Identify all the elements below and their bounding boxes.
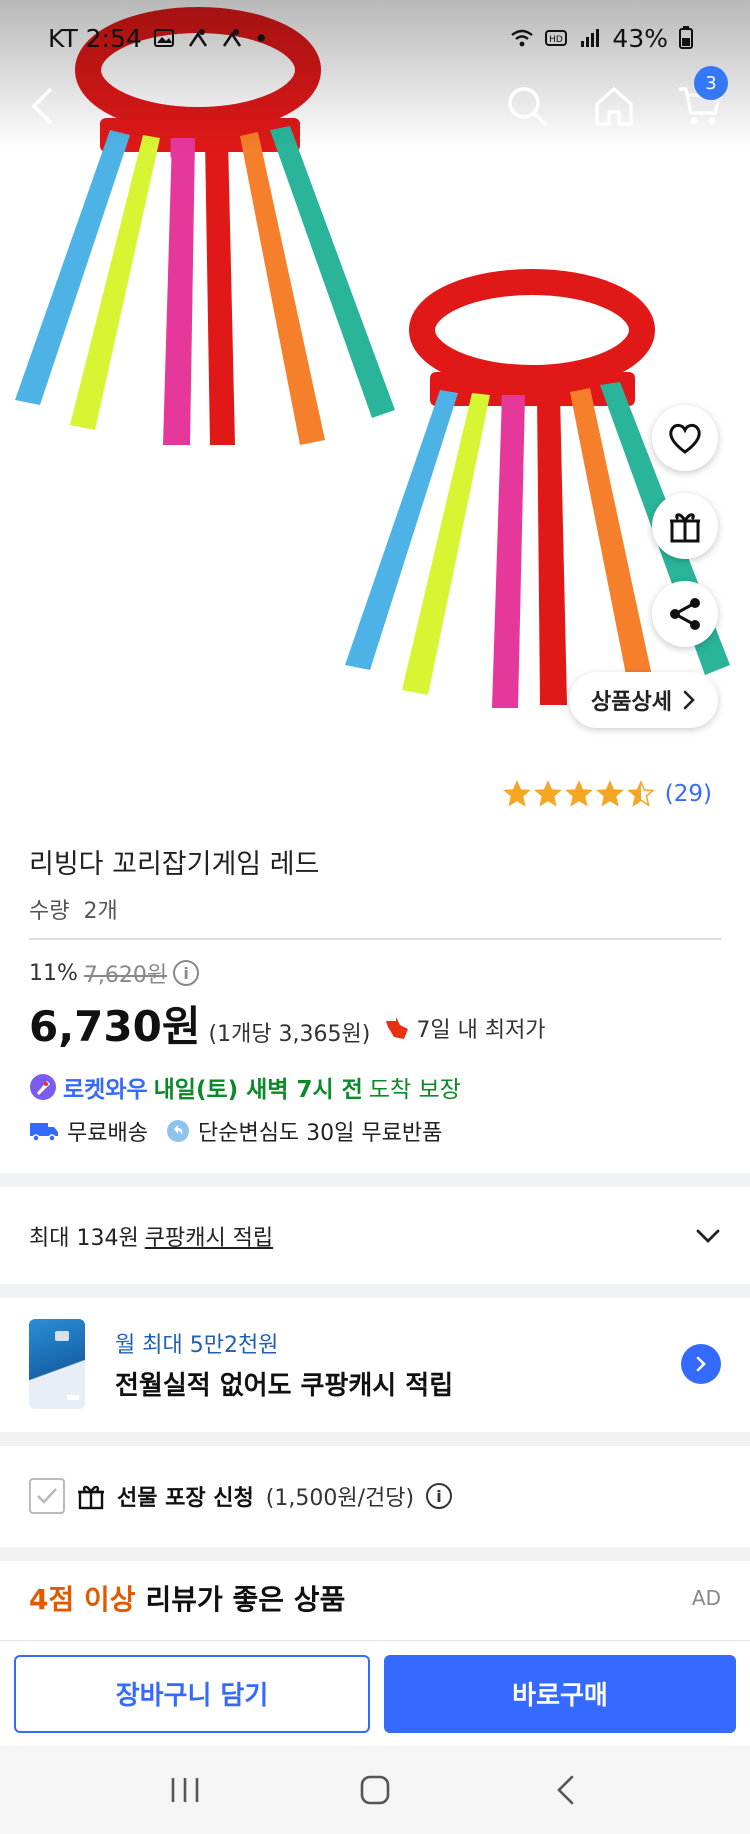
- heart-icon: [669, 423, 701, 454]
- star-rating: [502, 780, 655, 808]
- star-icon: [502, 780, 531, 807]
- truck-icon: [30, 1123, 58, 1142]
- check-icon: [37, 1488, 57, 1504]
- arrival-guarantee: 도착 보장: [368, 1077, 461, 1103]
- search-button[interactable]: [497, 76, 557, 136]
- battery-icon: [678, 26, 702, 50]
- gift-wrap-price: (1,500원/건당): [265, 1486, 415, 1511]
- section-gap: [0, 1173, 750, 1187]
- gallery-icon: [152, 26, 176, 50]
- coupang-cash-row[interactable]: 최대 134원 쿠팡캐시 적립: [0, 1188, 750, 1284]
- review-accent: 4점 이상: [29, 1583, 136, 1616]
- ad-label: AD: [691, 1586, 721, 1610]
- back-arrow-icon: [31, 88, 52, 124]
- sale-price: 6,730원: [29, 1002, 201, 1051]
- app-notification-icon: [186, 26, 210, 50]
- cash-prefix: 최대 134원: [29, 1226, 139, 1251]
- gift-button[interactable]: [652, 493, 718, 559]
- cart-button[interactable]: 3: [670, 66, 730, 136]
- home-button[interactable]: [584, 76, 644, 136]
- card-promo-text: 월 최대 5만2천원 전월실적 없어도 쿠팡캐시 적립: [115, 1327, 453, 1402]
- gift-wrap-checkbox[interactable]: [29, 1478, 65, 1514]
- lowest-price-badge: 7일 내 최저가: [384, 1012, 546, 1044]
- return-icon: [166, 1120, 189, 1142]
- card-promo-sub: 월 최대 5만2천원: [115, 1332, 279, 1358]
- shipping-row: 무료배송 단순변심도 30일 무료반품: [29, 1115, 442, 1147]
- home-system-button[interactable]: [345, 1760, 405, 1820]
- back-button[interactable]: [14, 76, 74, 136]
- more-notifications-dot: •: [253, 23, 269, 53]
- credit-card-image: [29, 1319, 85, 1409]
- product-title: 리빙다 꼬리잡기게임 레드: [29, 849, 320, 880]
- cash-link[interactable]: 쿠팡캐시 적립: [145, 1220, 273, 1252]
- status-bar: KT 2:54 • HD 43%: [0, 0, 750, 76]
- carrier-time: KT 2:54: [48, 23, 142, 53]
- wishlist-button[interactable]: [652, 405, 718, 471]
- chevron-down-icon: [696, 1229, 720, 1243]
- free-return: 단순변심도 30일 무료반품: [197, 1121, 443, 1146]
- card-promo-main: 전월실적 없어도 쿠팡캐시 적립: [115, 1370, 454, 1401]
- lowest-price-text: 7일 내 최저가: [416, 1018, 546, 1043]
- info-icon[interactable]: i: [173, 960, 200, 986]
- gift-wrap-row[interactable]: 선물 포장 신청 (1,500원/건당) i: [0, 1445, 750, 1547]
- info-icon[interactable]: i: [426, 1483, 453, 1509]
- chevron-right-icon: [696, 1356, 706, 1372]
- card-promo-arrow[interactable]: [681, 1344, 721, 1384]
- rocket-icon: [30, 1074, 56, 1100]
- battery-level: 43%: [612, 23, 668, 53]
- star-icon: [626, 780, 655, 807]
- share-icon: [670, 598, 700, 630]
- recent-apps-icon: [171, 1778, 199, 1802]
- top-navigation: 3: [0, 66, 750, 136]
- back-chevron-icon: [557, 1775, 574, 1805]
- unit-price: (1개당 3,365원): [208, 1022, 371, 1047]
- gift-icon: [78, 1485, 104, 1510]
- purchase-bar: 장바구니 담기 바로구매: [0, 1640, 750, 1746]
- star-icon: [533, 780, 562, 807]
- app-notification-icon: [220, 26, 244, 50]
- price-row: 6,730원 (1개당 3,365원) 7일 내 최저가: [29, 993, 546, 1054]
- chevron-right-icon: [683, 690, 695, 710]
- gift-rocket-icon: [670, 513, 700, 543]
- home-square-icon: [360, 1775, 390, 1805]
- add-to-cart-button[interactable]: 장바구니 담기: [14, 1654, 370, 1733]
- hd-voice-icon: HD: [544, 26, 568, 50]
- section-gap: [0, 1432, 750, 1446]
- quantity-value: 2개: [83, 899, 118, 924]
- home-icon: [595, 87, 633, 126]
- quantity-label: 수량: [29, 899, 70, 924]
- star-icon: [595, 780, 624, 807]
- recent-apps-button[interactable]: [155, 1760, 215, 1820]
- rocket-wow-label: 로켓와우: [63, 1077, 148, 1103]
- gift-wrap-label: 선물 포장 신청: [117, 1486, 254, 1511]
- wifi-icon: [510, 26, 534, 50]
- review-section-title: 리뷰가 좋은 상품: [145, 1583, 346, 1616]
- arrival-time: 내일(토) 새벽 7시 전: [153, 1077, 363, 1103]
- discount-rate: 11%: [29, 960, 78, 986]
- rocket-delivery-row: 로켓와우 내일(토) 새벽 7시 전 도착 보장: [29, 1070, 461, 1104]
- signal-icon: [578, 26, 602, 50]
- divider: [29, 938, 721, 940]
- star-icon: [564, 780, 593, 807]
- system-navigation: [0, 1746, 750, 1834]
- discount-row: 11% 7,620원 i: [29, 957, 200, 989]
- free-shipping: 무료배송: [67, 1121, 148, 1146]
- down-arrow-hand-icon: [386, 1017, 409, 1039]
- rating-row[interactable]: (29): [502, 780, 712, 808]
- recommended-section-header: 4점 이상 리뷰가 좋은 상품 AD: [0, 1562, 750, 1634]
- product-detail-button[interactable]: 상품상세: [569, 672, 718, 728]
- card-art-icon: [55, 1331, 79, 1400]
- section-gap: [0, 1547, 750, 1561]
- review-count[interactable]: (29): [665, 781, 712, 807]
- search-icon: [508, 87, 547, 126]
- share-button[interactable]: [652, 581, 718, 647]
- cart-count-badge: 3: [694, 66, 728, 100]
- card-promo-row[interactable]: 월 최대 5만2천원 전월실적 없어도 쿠팡캐시 적립: [0, 1296, 750, 1432]
- product-detail-label: 상품상세: [591, 690, 672, 715]
- back-system-button[interactable]: [535, 1760, 595, 1820]
- original-price: 7,620원: [83, 963, 168, 988]
- svg-text:HD: HD: [550, 35, 564, 45]
- quantity-row: 수량 2개: [29, 893, 118, 925]
- buy-now-button[interactable]: 바로구매: [384, 1654, 736, 1733]
